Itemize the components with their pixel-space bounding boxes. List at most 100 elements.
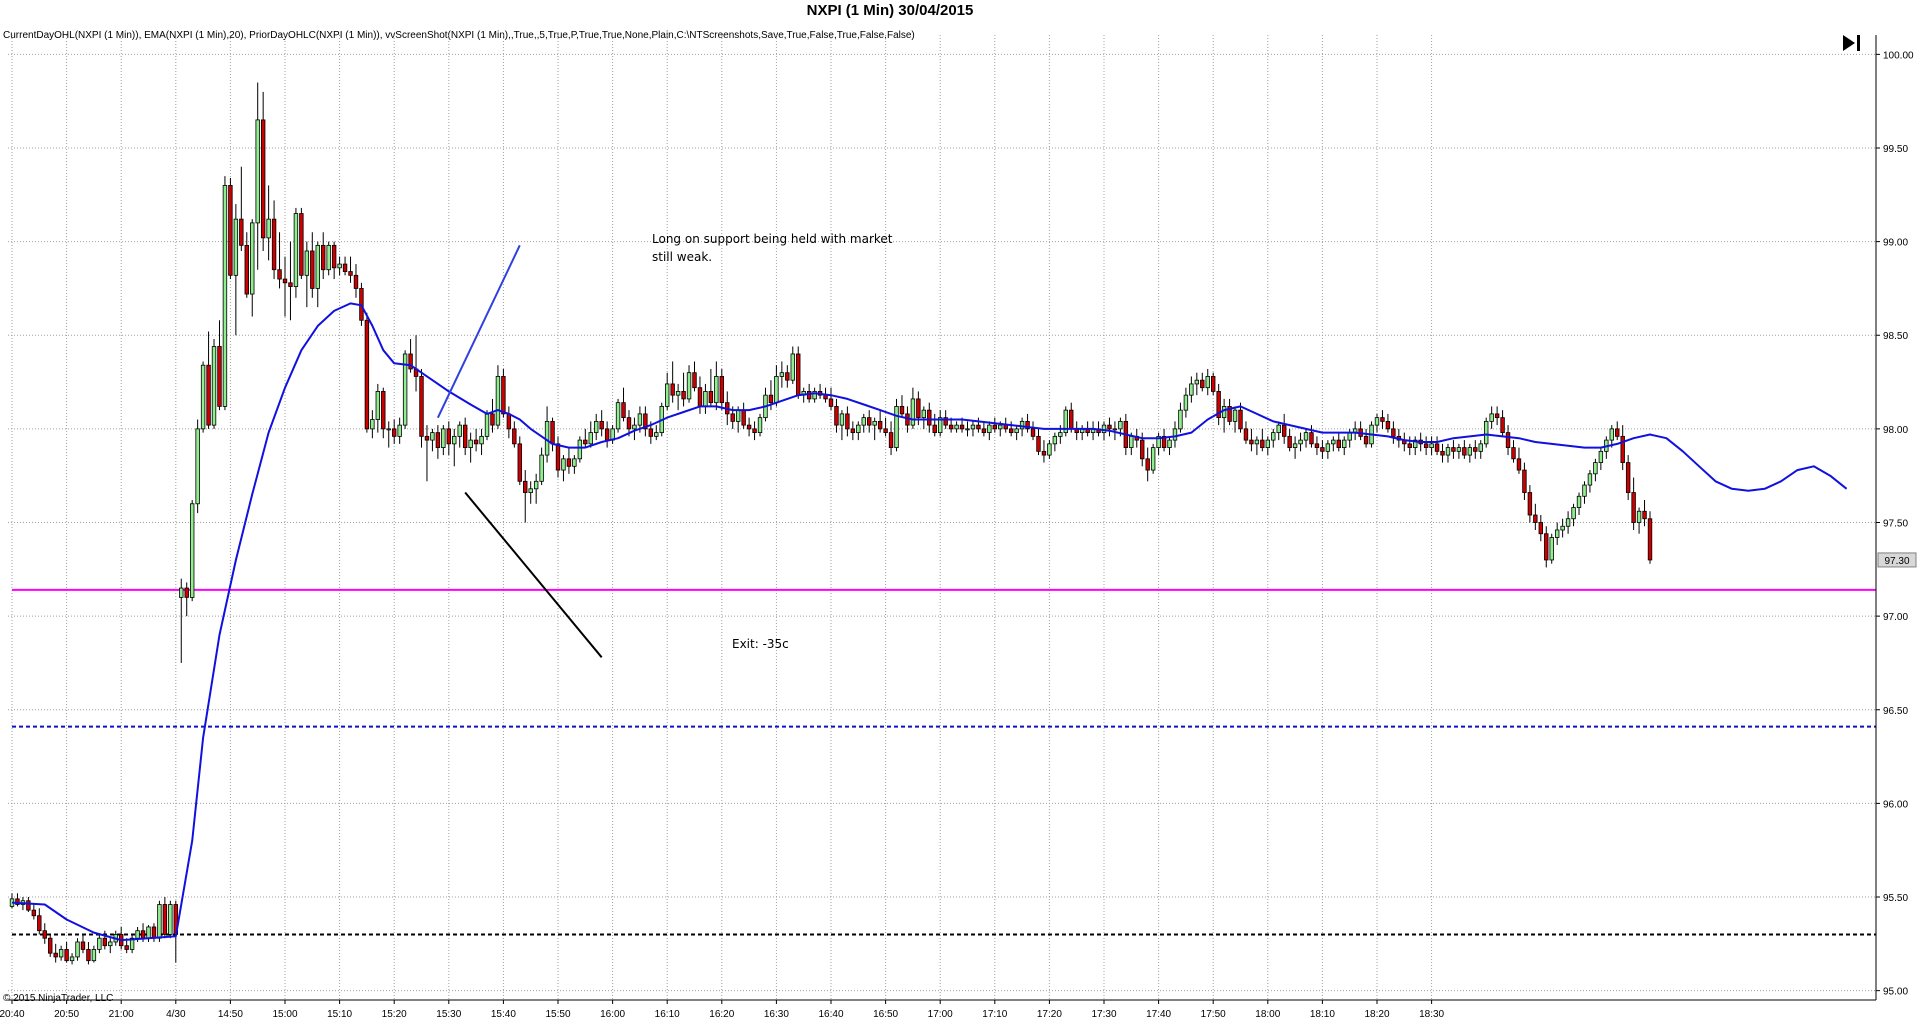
candle-body: [1036, 435, 1041, 452]
candle: [1423, 436, 1429, 456]
candle: [533, 473, 539, 504]
candle: [1271, 428, 1276, 448]
candle-body: [1615, 428, 1620, 437]
candle-body: [441, 428, 446, 448]
candle: [48, 934, 53, 957]
candle-body: [80, 941, 86, 950]
candle-body: [899, 406, 905, 415]
candle: [1560, 518, 1565, 538]
candle-body: [1249, 439, 1254, 445]
candle: [621, 387, 626, 422]
x-tick-label: 17:00: [928, 1009, 953, 1020]
x-tick-label: 16:10: [655, 1009, 680, 1020]
candle: [1260, 428, 1265, 452]
candle: [315, 241, 320, 308]
candle-body: [1636, 510, 1642, 523]
candle-body: [1467, 447, 1473, 456]
candle: [757, 413, 763, 437]
candle: [1292, 436, 1298, 459]
candle: [1107, 417, 1112, 437]
candle: [932, 413, 937, 437]
candle-body: [1112, 428, 1118, 431]
x-tick-label: 15:50: [545, 1009, 570, 1020]
candle-body: [1571, 507, 1576, 520]
candle: [1593, 458, 1598, 482]
candle: [1494, 406, 1500, 426]
candle-body: [222, 185, 228, 407]
candle-body: [1380, 417, 1385, 422]
candle-body: [189, 503, 195, 598]
candle: [195, 419, 200, 514]
candle: [468, 432, 473, 463]
candle-body: [561, 458, 566, 471]
candle: [331, 241, 337, 280]
candle-body: [337, 263, 342, 269]
candle: [1167, 436, 1172, 456]
x-tick-label: 15:10: [327, 1009, 352, 1020]
x-tick-label: 15:30: [436, 1009, 461, 1020]
candle: [58, 945, 64, 961]
candle: [479, 428, 484, 456]
last-price-label: 97.30: [1884, 556, 1909, 567]
ema-line: [11, 302, 1848, 942]
candle: [31, 904, 37, 920]
price-chart[interactable]: Long on support being held with market st…: [0, 0, 1920, 1034]
candle-body: [299, 213, 304, 276]
candle-body: [452, 435, 457, 445]
candle-body: [64, 949, 69, 962]
candle: [604, 421, 610, 448]
candle-body: [506, 413, 512, 430]
candle-body: [1456, 447, 1462, 452]
candle-body: [146, 926, 151, 939]
candle: [342, 256, 348, 276]
candle-body: [397, 424, 402, 437]
candle-body: [839, 413, 845, 426]
grid: [8, 35, 1876, 1000]
x-tick-label: 16:30: [764, 1009, 789, 1020]
candle: [539, 447, 544, 486]
candle-body: [1609, 428, 1614, 441]
skip-to-end-icon[interactable]: [1840, 32, 1864, 54]
x-tick-label: 4/30: [166, 1009, 186, 1020]
candle-body: [959, 424, 965, 430]
candle: [790, 346, 795, 384]
candle-body: [845, 413, 850, 430]
candle: [1211, 372, 1216, 396]
candle: [615, 398, 621, 433]
candle-body: [1281, 424, 1287, 437]
candle-body: [282, 278, 288, 284]
candle-body: [1549, 537, 1554, 561]
candle: [1008, 421, 1014, 437]
candle-body: [566, 458, 572, 467]
candle-body: [462, 424, 468, 448]
candle-body: [1642, 510, 1647, 520]
candle: [146, 925, 151, 942]
candle-body: [217, 346, 222, 407]
candle: [1544, 526, 1549, 568]
candle-body: [796, 353, 801, 396]
candle: [452, 428, 457, 467]
candle: [1145, 447, 1150, 482]
candle: [1554, 522, 1560, 545]
x-tick-label: 16:20: [709, 1009, 734, 1020]
candle: [1445, 443, 1451, 463]
x-tick-label: 20:50: [54, 1009, 79, 1020]
candle-body: [790, 353, 795, 381]
candle: [839, 410, 845, 441]
candle: [665, 372, 670, 411]
candle: [304, 241, 310, 308]
candle-body: [654, 432, 659, 437]
candle: [774, 365, 779, 407]
x-tick-label: 17:10: [982, 1009, 1007, 1020]
candle-body: [1478, 443, 1483, 452]
candle: [86, 941, 91, 965]
candle: [1172, 421, 1178, 448]
candle: [834, 398, 839, 433]
candle-body: [479, 435, 484, 445]
candle-body: [1221, 406, 1227, 419]
candle-body: [315, 244, 320, 289]
candle: [1391, 421, 1396, 444]
candle: [1358, 421, 1363, 441]
candle-body: [1172, 428, 1178, 441]
candle: [1221, 398, 1227, 433]
